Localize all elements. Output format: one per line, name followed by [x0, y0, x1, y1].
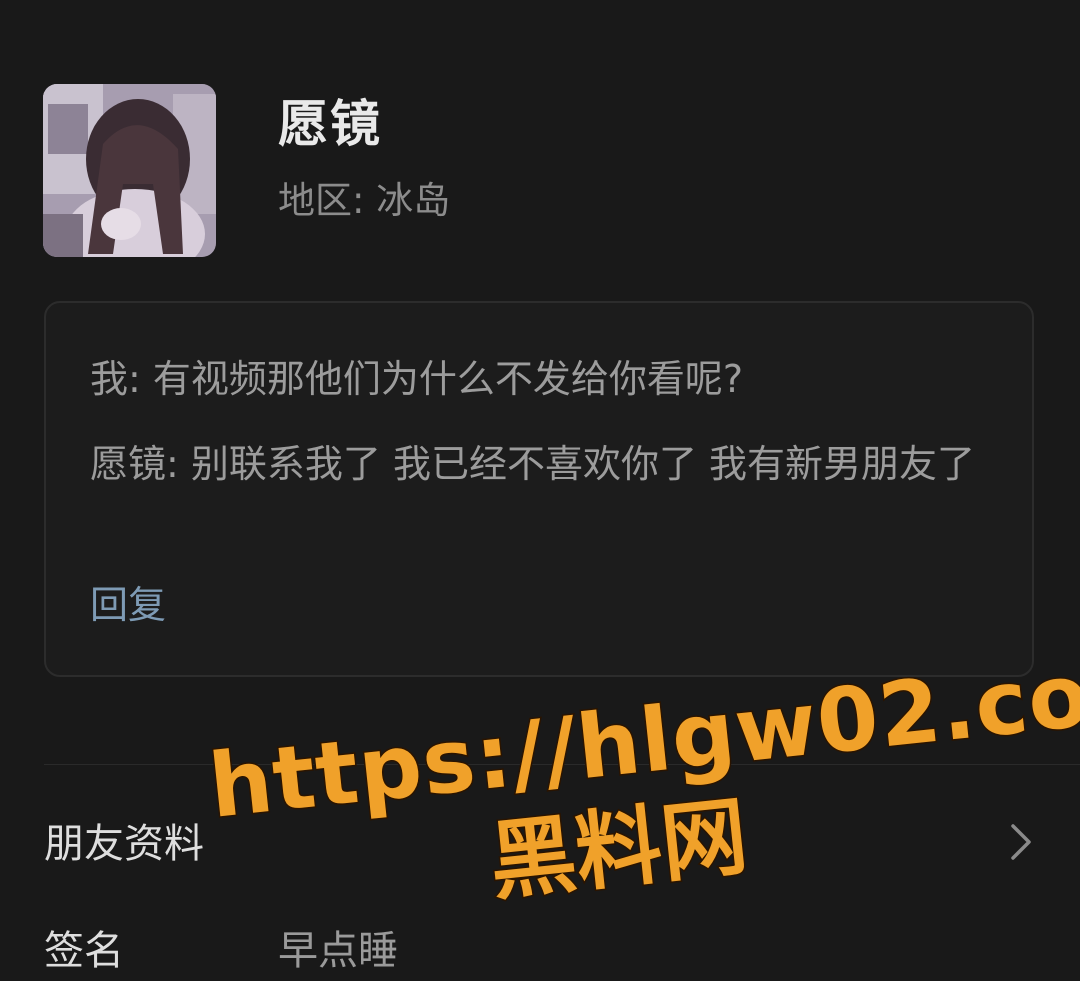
message-card: 我: 有视频那他们为什么不发给你看呢? 愿镜: 别联系我了 我已经不喜欢你了 我…	[44, 301, 1034, 677]
watermark-name: 黑料网	[484, 785, 754, 914]
profile-name: 愿镜	[278, 95, 382, 153]
avatar-image	[43, 84, 216, 257]
signature-value: 早点睡	[278, 928, 398, 974]
avatar[interactable]	[43, 84, 216, 257]
message-item: 我: 有视频那他们为什么不发给你看呢?	[90, 357, 744, 401]
message-item: 愿镜: 别联系我了 我已经不喜欢你了 我有新男朋友了	[90, 442, 976, 486]
profile-page: 愿镜 地区: 冰岛 我: 有视频那他们为什么不发给你看呢? 愿镜: 别联系我了 …	[0, 0, 1080, 981]
profile-region: 地区: 冰岛	[278, 179, 451, 222]
signature-label: 签名	[44, 928, 124, 974]
watermark-url: https://hlgw02.com	[203, 632, 1080, 840]
friend-info-row[interactable]: 朋友资料	[44, 816, 204, 872]
chevron-right-icon[interactable]	[1006, 820, 1036, 864]
reply-button[interactable]: 回复	[90, 577, 166, 633]
section-divider	[44, 764, 1080, 765]
